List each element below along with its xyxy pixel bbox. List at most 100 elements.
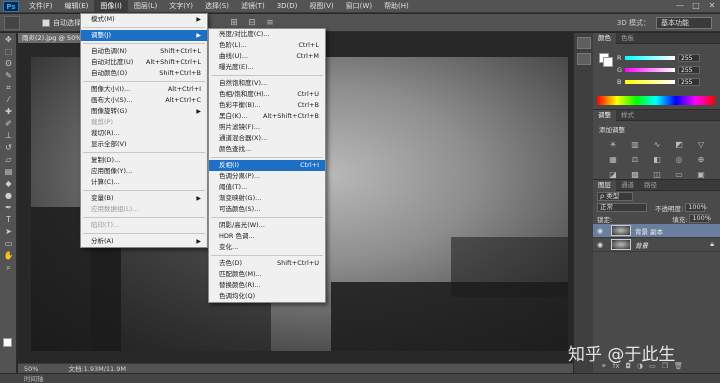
layer-row-background[interactable]: ◉ 背景 🔒︎: [593, 238, 720, 252]
menu-type[interactable]: 文字(Y): [163, 0, 199, 13]
layer-row-background-copy[interactable]: ◉ 背景 副本: [593, 224, 720, 238]
adjust-menu-item[interactable]: 阴影/高光(W)...: [209, 220, 325, 231]
type-tool-icon[interactable]: T: [2, 214, 15, 225]
image-menu-item[interactable]: 裁切(R)...: [81, 128, 207, 139]
tab-styles[interactable]: 样式: [616, 110, 639, 121]
gradient-tool-icon[interactable]: ▤: [2, 166, 15, 177]
minimize-button[interactable]: —: [672, 0, 688, 12]
lasso-tool-icon[interactable]: ʘ: [2, 58, 15, 69]
menu-select[interactable]: 选择(S): [199, 0, 235, 13]
adjust-menu-item[interactable]: 颜色查找...: [209, 144, 325, 155]
visibility-eye-icon[interactable]: ◉: [597, 227, 607, 235]
layer-name[interactable]: 背景: [635, 240, 648, 250]
exposure-adjust-icon[interactable]: ◩: [673, 140, 685, 150]
tab-swatches[interactable]: 色板: [616, 33, 639, 44]
menu-layer[interactable]: 图层(L): [128, 0, 163, 13]
adjust-menu-item[interactable]: 变化...: [209, 242, 325, 253]
workspace-select[interactable]: 基本功能: [656, 16, 712, 29]
adjust-menu-item[interactable]: 色调均化(Q): [209, 291, 325, 302]
maximize-button[interactable]: □: [688, 0, 704, 12]
channel-mixer-adjust-icon[interactable]: ⊕: [695, 155, 707, 165]
image-menu-item[interactable]: 显示全部(V): [81, 139, 207, 150]
red-slider[interactable]: [625, 56, 675, 60]
blur-tool-icon[interactable]: ◆: [2, 178, 15, 189]
color-spectrum-bar[interactable]: [597, 96, 715, 105]
adjust-menu-item[interactable]: 自然饱和度(V)...: [209, 78, 325, 89]
adjust-menu-item[interactable]: 曲线(U)... Ctrl+M: [209, 51, 325, 62]
tab-paths[interactable]: 路径: [639, 180, 662, 191]
green-slider[interactable]: [625, 68, 675, 72]
move-tool-preset-icon[interactable]: [4, 15, 20, 30]
adjust-menu-item[interactable]: 匹配颜色(M)...: [209, 269, 325, 280]
color-background-swatch[interactable]: [603, 57, 613, 67]
shape-tool-icon[interactable]: ▭: [2, 238, 15, 249]
image-menu-item[interactable]: 变量(B) ▶: [81, 193, 207, 204]
image-menu-item[interactable]: 复制(D)...: [81, 155, 207, 166]
timeline-bar[interactable]: 时间轴: [0, 373, 720, 383]
auto-select-checkbox[interactable]: [42, 18, 50, 27]
adjust-menu-item[interactable]: 阈值(T)...: [209, 182, 325, 193]
properties-panel-icon[interactable]: [577, 53, 591, 65]
adjust-menu-item[interactable]: 色彩平衡(B)... Ctrl+B: [209, 100, 325, 111]
adjust-menu-item[interactable]: 渐变映射(G)...: [209, 193, 325, 204]
image-menu-item[interactable]: 图像大小(I)... Alt+Ctrl+I: [81, 84, 207, 95]
pen-tool-icon[interactable]: ✒: [2, 202, 15, 213]
image-menu-item[interactable]: 调整(J) ▶: [81, 30, 207, 41]
tab-adjustments[interactable]: 调整: [593, 109, 616, 121]
zoom-level[interactable]: 50%: [18, 364, 38, 373]
healing-tool-icon[interactable]: ✚: [2, 106, 15, 117]
photo-filter-adjust-icon[interactable]: ◎: [673, 155, 685, 165]
foreground-color-swatch[interactable]: [3, 338, 12, 347]
menu-help[interactable]: 帮助(H): [378, 0, 415, 13]
history-brush-tool-icon[interactable]: ↺: [2, 142, 15, 153]
tab-color[interactable]: 颜色: [593, 32, 616, 44]
stamp-tool-icon[interactable]: ⊥: [2, 130, 15, 141]
layer-kind-select[interactable]: ρ 类型: [597, 192, 633, 201]
brightness-adjust-icon[interactable]: ☀: [607, 140, 619, 150]
image-menu-item[interactable]: 自动色调(N) Shift+Ctrl+L: [81, 46, 207, 57]
color-balance-adjust-icon[interactable]: ⚖: [629, 155, 641, 165]
eraser-tool-icon[interactable]: ▱: [2, 154, 15, 165]
image-menu-item[interactable]: 图像旋转(G) ▶: [81, 106, 207, 117]
history-panel-icon[interactable]: [577, 37, 591, 49]
hue-adjust-icon[interactable]: ▦: [607, 155, 619, 165]
tab-channels[interactable]: 通道: [616, 180, 639, 191]
menu-3d[interactable]: 3D(D): [271, 0, 304, 13]
bw-adjust-icon[interactable]: ◧: [651, 155, 663, 165]
image-menu-item[interactable]: 计算(C)...: [81, 177, 207, 188]
crop-tool-icon[interactable]: ⌗: [2, 82, 15, 93]
marquee-tool-icon[interactable]: ⬚: [2, 46, 15, 57]
adjust-menu-item[interactable]: 照片滤镜(F)...: [209, 122, 325, 133]
menu-view[interactable]: 视图(V): [303, 0, 339, 13]
adjust-menu-item[interactable]: 色调分离(P)...: [209, 171, 325, 182]
image-menu-item[interactable]: 分析(A) ▶: [81, 236, 207, 247]
tab-layers[interactable]: 图层: [593, 179, 616, 191]
levels-adjust-icon[interactable]: ▥: [629, 140, 641, 150]
quick-select-tool-icon[interactable]: ✎: [2, 70, 15, 81]
adjust-menu-item[interactable]: 曝光度(E)...: [209, 62, 325, 73]
curves-adjust-icon[interactable]: ∿: [651, 140, 663, 150]
hand-tool-icon[interactable]: ✋: [2, 250, 15, 261]
fill-input[interactable]: 100%: [689, 214, 711, 223]
vibrance-adjust-icon[interactable]: ▽: [695, 140, 707, 150]
adjust-menu-item[interactable]: 黑白(K)... Alt+Shift+Ctrl+B: [209, 111, 325, 122]
align-icon[interactable]: ⊞: [228, 17, 240, 29]
align-center-icon[interactable]: ≡: [264, 17, 276, 29]
adjust-menu-item[interactable]: 去色(D) Shift+Ctrl+U: [209, 258, 325, 269]
adjust-menu-item[interactable]: 通道混合器(X)...: [209, 133, 325, 144]
image-menu-item[interactable]: 模式(M) ▶: [81, 14, 207, 25]
menu-image[interactable]: 图像(I): [94, 0, 128, 13]
image-menu-item[interactable]: 自动颜色(O) Shift+Ctrl+B: [81, 68, 207, 79]
layer-name[interactable]: 背景 副本: [635, 226, 663, 236]
image-menu-item[interactable]: 自动对比度(U) Alt+Shift+Ctrl+L: [81, 57, 207, 68]
distribute-icon[interactable]: ⊟: [246, 17, 258, 29]
close-button[interactable]: ✕: [704, 0, 720, 12]
brush-tool-icon[interactable]: ✐: [2, 118, 15, 129]
path-select-tool-icon[interactable]: ➤: [2, 226, 15, 237]
dodge-tool-icon[interactable]: ●: [2, 190, 15, 201]
image-menu-item[interactable]: 画布大小(S)... Alt+Ctrl+C: [81, 95, 207, 106]
blue-value[interactable]: 255: [678, 78, 700, 86]
image-menu-item[interactable]: 应用图像(Y)...: [81, 166, 207, 177]
menu-file[interactable]: 文件(F): [23, 0, 59, 13]
move-tool-icon[interactable]: ✥: [2, 34, 15, 45]
